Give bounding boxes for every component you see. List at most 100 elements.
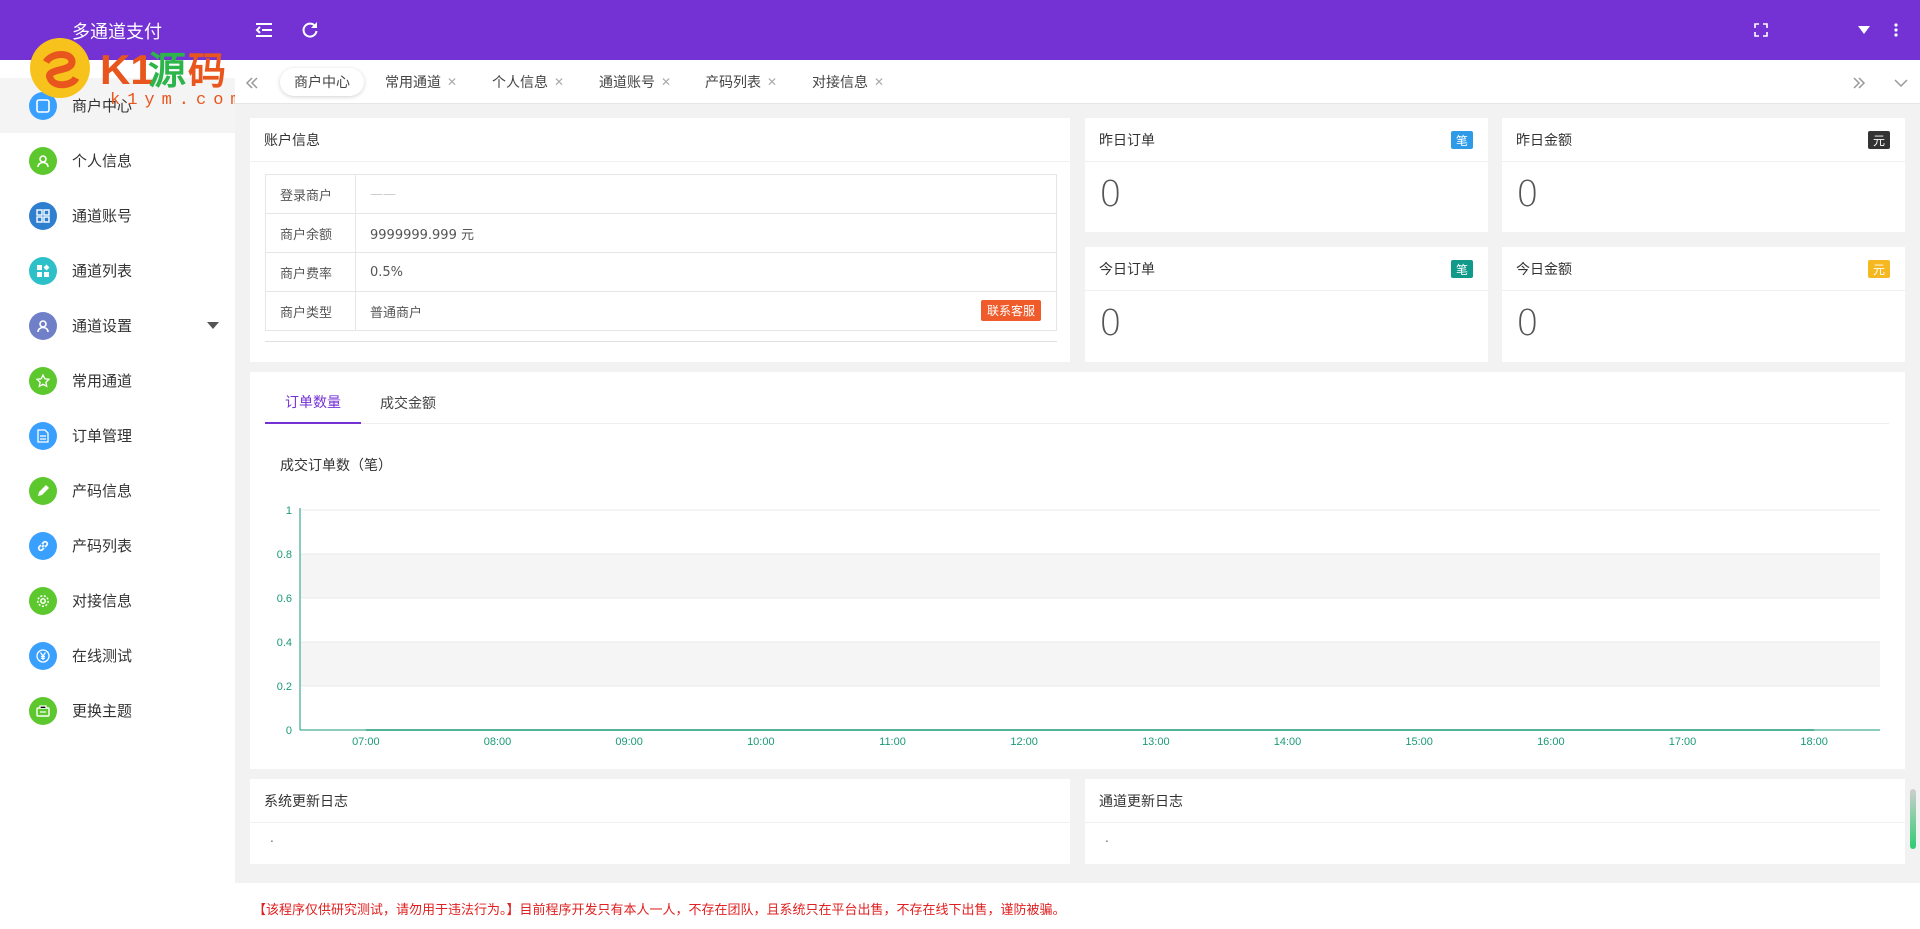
stat-value: 0 <box>1516 174 1539 215</box>
tab-integration[interactable]: 对接信息 ✕ <box>812 68 884 96</box>
x-tick-label: 17:00 <box>1669 736 1697 748</box>
system-log-content: . <box>270 831 274 845</box>
y-tick-label: 0.2 <box>277 681 292 693</box>
tab-label: 对接信息 <box>812 75 868 91</box>
tab-merchant-center[interactable]: 商户中心 <box>280 68 364 96</box>
contact-support-button[interactable]: 联系客服 <box>980 300 1041 321</box>
sidebar-item-label: 产码列表 <box>72 537 133 555</box>
sidebar-item-integration[interactable]: 对接信息 <box>0 573 235 628</box>
close-icon[interactable]: ✕ <box>554 75 564 89</box>
stat-card-yesterday-amount: 昨日金额 元 0 <box>1502 118 1905 232</box>
close-icon[interactable]: ✕ <box>447 75 457 89</box>
tab-label: 通道账号 <box>599 75 655 91</box>
sidebar-item-profile[interactable]: 个人信息 <box>0 133 235 188</box>
stat-title: 今日订单 <box>1099 261 1155 278</box>
sidebar-item-channel-list[interactable]: 通道列表 <box>0 243 235 298</box>
table-row: 商户类型 普通商户 联系客服 <box>265 291 1057 331</box>
tabs-next-icon[interactable] <box>1848 72 1870 94</box>
stat-value: 0 <box>1099 174 1122 215</box>
stat-card-yesterday-orders: 昨日订单 笔 0 <box>1085 118 1488 232</box>
sidebar-item-theme[interactable]: 更换主题 <box>0 683 235 738</box>
user-icon <box>29 146 57 175</box>
grid-band <box>300 642 1880 686</box>
row-label: 商户类型 <box>265 291 356 331</box>
tab-label: 常用通道 <box>385 75 441 91</box>
x-tick-label: 09:00 <box>615 736 643 748</box>
stat-value: 0 <box>1516 303 1539 344</box>
chevron-down-icon <box>207 322 219 329</box>
tab-code-list[interactable]: 产码列表 ✕ <box>705 68 777 96</box>
sidebar-item-label: 订单管理 <box>72 427 133 445</box>
scrollbar-thumb[interactable] <box>1910 789 1916 849</box>
sidebar-item-label: 商户中心 <box>72 97 133 115</box>
sidebar-item-code-info[interactable]: 产码信息 <box>0 463 235 518</box>
tab-channel-account[interactable]: 通道账号 ✕ <box>599 68 671 96</box>
y-tick-label: 0.4 <box>277 637 292 649</box>
stat-card-today-amount: 今日金额 元 0 <box>1502 247 1905 362</box>
row-label: 商户余额 <box>265 213 356 253</box>
y-tick-label: 0 <box>286 725 292 737</box>
sidebar-item-common-channels[interactable]: 常用通道 <box>0 353 235 408</box>
close-icon[interactable]: ✕ <box>661 75 671 89</box>
account-table: 登录商户 —— 商户余额 9999999.999 元 商户费率 0.5% 商户类型 普通… <box>265 174 1057 331</box>
menu-toggle-icon[interactable] <box>250 16 278 44</box>
grid-band <box>300 554 1880 598</box>
sidebar-item-orders[interactable]: 订单管理 <box>0 408 235 463</box>
tab-bar: 商户中心 常用通道 ✕ 个人信息 ✕ 通道账号 ✕ 产码列表 ✕ 对接信息 ✕ <box>235 60 1920 104</box>
row-label: 商户费率 <box>265 252 356 292</box>
system-log-title: 系统更新日志 <box>250 779 1070 823</box>
sidebar-item-channel-settings[interactable]: 通道设置 <box>0 298 235 353</box>
document-icon <box>29 421 57 450</box>
x-tick-label: 16:00 <box>1537 736 1565 748</box>
refresh-icon[interactable] <box>296 16 324 44</box>
more-icon[interactable] <box>1882 16 1910 44</box>
stat-value: 0 <box>1099 303 1122 344</box>
x-tick-label: 18:00 <box>1800 736 1828 748</box>
stat-card-today-orders: 今日订单 笔 0 <box>1085 247 1488 362</box>
sidebar-item-label: 在线测试 <box>72 647 133 665</box>
tab-common-channels[interactable]: 常用通道 ✕ <box>385 68 457 96</box>
star-icon <box>29 366 57 395</box>
link-icon <box>29 531 57 560</box>
x-tick-label: 10:00 <box>747 736 775 748</box>
account-info-title: 账户信息 <box>250 118 1070 162</box>
pencil-icon <box>29 476 57 505</box>
row-value: 9999999.999 元 <box>355 213 1057 253</box>
sidebar-item-code-list[interactable]: 产码列表 <box>0 518 235 573</box>
table-row: 登录商户 —— <box>265 174 1057 214</box>
person-settings-icon <box>29 311 57 340</box>
dashboard-icon <box>29 91 57 120</box>
tabs-prev-icon[interactable] <box>241 72 263 94</box>
apps-icon <box>29 256 57 285</box>
row-value: —— <box>355 174 1057 214</box>
gear-icon <box>29 586 57 615</box>
yen-icon <box>29 641 57 670</box>
channel-log-card: 通道更新日志 . <box>1085 779 1905 864</box>
x-tick-label: 14:00 <box>1274 736 1302 748</box>
close-icon[interactable]: ✕ <box>767 75 777 89</box>
row-value: 0.5% <box>355 252 1057 292</box>
theme-icon <box>29 696 57 725</box>
row-value-cell: 普通商户 联系客服 <box>355 291 1057 331</box>
x-tick-label: 15:00 <box>1405 736 1433 748</box>
y-tick-label: 0.6 <box>277 593 292 605</box>
stat-title: 今日金额 <box>1516 261 1572 278</box>
divider <box>265 341 1057 342</box>
stat-title: 昨日订单 <box>1099 132 1155 149</box>
sidebar-item-label: 通道账号 <box>72 207 133 225</box>
fullscreen-icon[interactable] <box>1747 16 1775 44</box>
tabs-menu-chevron-icon[interactable] <box>1890 72 1912 94</box>
tab-profile[interactable]: 个人信息 ✕ <box>492 68 564 96</box>
table-row: 商户余额 9999999.999 元 <box>265 213 1057 253</box>
sidebar-item-label: 通道设置 <box>72 317 133 335</box>
sidebar-item-label: 产码信息 <box>72 482 133 500</box>
tab-label: 产码列表 <box>705 75 761 91</box>
close-icon[interactable]: ✕ <box>874 75 884 89</box>
sidebar-item-channel-account[interactable]: 通道账号 <box>0 188 235 243</box>
sidebar-item-label: 个人信息 <box>72 152 133 170</box>
grid-icon <box>29 201 57 230</box>
sidebar-item-online-test[interactable]: 在线测试 <box>0 628 235 683</box>
sidebar-item-merchant-center[interactable]: 商户中心 <box>0 78 235 133</box>
user-dropdown-icon[interactable] <box>1850 16 1878 44</box>
x-tick-label: 12:00 <box>1010 736 1038 748</box>
